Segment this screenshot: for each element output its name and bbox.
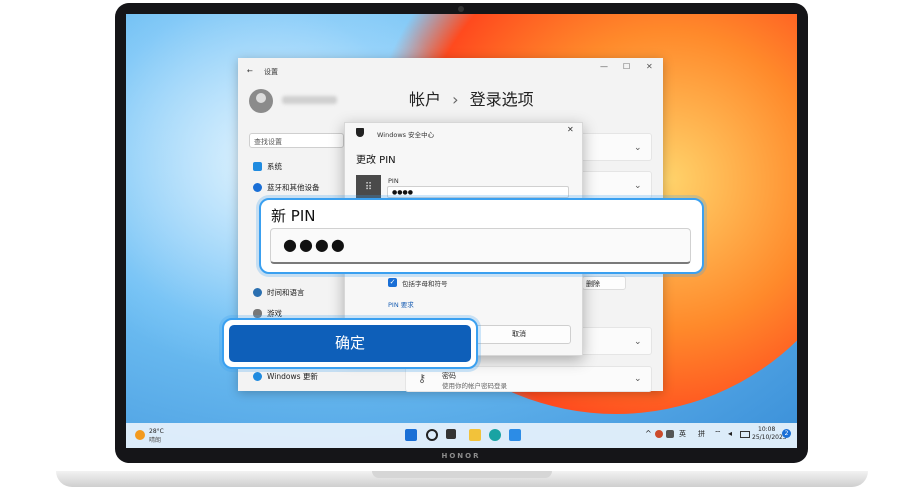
battery-icon[interactable] <box>740 431 750 438</box>
ime-indicator[interactable]: 拼 <box>698 429 705 439</box>
cancel-button[interactable]: 取消 <box>467 325 571 344</box>
tray-chevron-icon[interactable]: ^ <box>645 429 652 438</box>
dialog-close-button[interactable]: ✕ <box>567 125 574 134</box>
close-button[interactable]: ✕ <box>646 62 653 71</box>
gamepad-icon <box>253 309 262 318</box>
back-button[interactable]: ← <box>247 67 253 75</box>
chevron-down-icon: ⌄ <box>634 181 642 191</box>
breadcrumb-accounts[interactable]: 帐户 <box>409 90 441 109</box>
monitor-icon <box>253 162 262 171</box>
key-icon: ⚷ <box>418 372 427 385</box>
clock-time[interactable]: 10:08 <box>758 426 775 433</box>
tray-cloud-icon[interactable] <box>666 430 674 438</box>
breadcrumb-separator: › <box>452 90 459 109</box>
chevron-down-icon: ⌄ <box>634 337 642 347</box>
tray-app-icon[interactable] <box>655 430 663 438</box>
clock-globe-icon <box>253 288 262 297</box>
sidebar-item-time-language[interactable]: 时间和语言 <box>253 287 305 298</box>
keypad-icon: ⠿ <box>356 175 381 200</box>
start-icon[interactable] <box>405 429 417 441</box>
page-title: 帐户 › 登录选项 <box>409 86 534 110</box>
shield-icon <box>356 128 364 137</box>
chevron-down-icon: ⌄ <box>634 374 642 384</box>
sidebar-item-label: Windows 更新 <box>267 372 318 381</box>
sidebar-item-system[interactable]: 系统 <box>253 161 282 172</box>
settings-title: 设置 <box>264 68 278 76</box>
password-description: 使用你的帐户密码登录 <box>442 382 507 390</box>
notification-badge[interactable]: 2 <box>782 429 791 438</box>
maximize-button[interactable]: ☐ <box>623 62 630 71</box>
confirm-button[interactable]: 确定 <box>229 325 471 362</box>
bluetooth-icon <box>253 183 262 192</box>
breadcrumb-sign-in-options: 登录选项 <box>469 90 534 109</box>
weather-desc: 晴朗 <box>149 437 162 444</box>
current-pin-input[interactable]: ●●●● <box>387 186 569 198</box>
laptop-base-notch <box>372 471 552 478</box>
mail-icon[interactable] <box>509 429 521 441</box>
search-input[interactable]: 查找设置 <box>249 133 344 148</box>
edge-icon[interactable] <box>489 429 501 441</box>
wifi-icon[interactable]: ⌔ <box>714 429 722 439</box>
weather-temp: 28°C <box>149 428 164 435</box>
sidebar-item-label: 系统 <box>267 162 282 171</box>
language-indicator[interactable]: 英 <box>679 429 686 439</box>
sidebar-item-label: 蓝牙和其他设备 <box>267 183 320 192</box>
file-explorer-icon[interactable] <box>469 429 481 441</box>
chevron-down-icon: ⌄ <box>634 143 642 153</box>
sun-icon <box>135 430 145 440</box>
laptop-brand-label: HONOR <box>441 452 481 460</box>
account-name-blurred <box>282 96 337 104</box>
sidebar-item-label: 时间和语言 <box>267 288 305 297</box>
pin-requirements-link[interactable]: PIN 要求 <box>388 299 414 309</box>
dialog-title: 更改 PIN <box>356 155 396 166</box>
new-pin-label: 新 PIN <box>271 207 316 225</box>
pin-label: PIN <box>388 177 399 185</box>
taskbar <box>126 423 797 448</box>
volume-icon[interactable]: ◂ <box>728 429 732 438</box>
minimize-button[interactable]: — <box>600 62 608 71</box>
include-letters-checkbox[interactable]: ✓ <box>388 278 397 287</box>
sidebar-item-windows-update[interactable]: Windows 更新 <box>253 371 318 382</box>
dialog-app-name: Windows 安全中心 <box>377 131 435 139</box>
new-pin-input[interactable]: ●●●● <box>270 228 691 264</box>
include-letters-label: 包括字母和符号 <box>402 280 448 288</box>
task-view-icon[interactable] <box>446 429 456 439</box>
avatar <box>249 89 273 113</box>
sidebar-item-bluetooth[interactable]: 蓝牙和其他设备 <box>253 182 320 193</box>
webcam <box>458 6 464 12</box>
update-icon <box>253 372 262 381</box>
search-icon[interactable] <box>426 429 438 441</box>
delete-button[interactable]: 删除 <box>582 276 626 290</box>
